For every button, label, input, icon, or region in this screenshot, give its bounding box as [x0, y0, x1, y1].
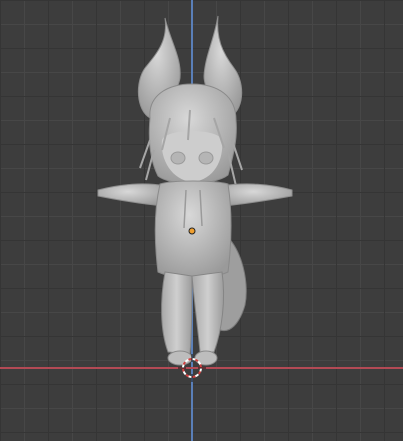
right-eye: [198, 151, 214, 165]
3d-viewport[interactable]: [0, 0, 403, 441]
character-model[interactable]: [0, 0, 403, 441]
right-leg: [191, 271, 225, 353]
left-eye: [170, 151, 186, 165]
left-foot: [167, 350, 193, 366]
left-arm: [97, 183, 166, 207]
right-arm: [221, 183, 293, 207]
left-leg: [161, 271, 193, 355]
object-origin-icon: [188, 227, 196, 235]
